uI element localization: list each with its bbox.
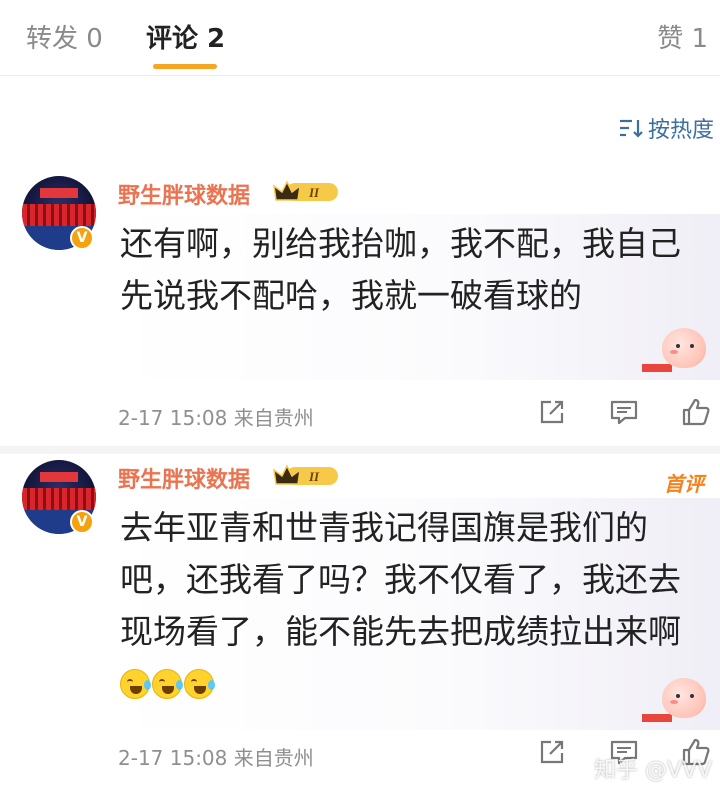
comment-bubble: 去年亚青和世青我记得国旗是我们的吧，还我看了吗？我不仅看了，我还去现场看了，能不… — [108, 498, 720, 730]
comment-item: V 野生胖球数据 II 首评 去年亚青和世青我记得国旗是我们的吧，还我看了吗？我… — [0, 454, 720, 796]
comment-bubble: 还有啊，别给我抬咖，我不配，我自己先说我不配哈，我就一破看球的 — [108, 214, 720, 380]
comment-item: V 野生胖球数据 II 还有啊，别给我抬咖，我不配，我自己先说我不配哈，我就一破… — [0, 170, 720, 446]
tab-repost[interactable]: 转发 0 — [26, 18, 103, 55]
comment-username[interactable]: 野生胖球数据 — [118, 178, 250, 210]
laugh-cry-emoji-icon — [184, 669, 215, 699]
verified-v-badge-icon: V — [70, 510, 94, 534]
comment-text-container: 去年亚青和世青我记得国旗是我们的吧，还我看了吗？我不仅看了，我还去现场看了，能不… — [120, 502, 700, 710]
svg-text:II: II — [308, 185, 320, 200]
laugh-cry-emoji-icon — [152, 669, 183, 699]
laugh-cry-emoji-icon — [120, 669, 151, 699]
comment-meta: 2-17 15:08 来自贵州 — [118, 402, 314, 431]
active-tab-indicator — [153, 64, 217, 69]
tab-comment[interactable]: 评论 2 — [146, 18, 225, 55]
share-icon[interactable] — [536, 396, 568, 428]
comment-text: 还有啊，别给我抬咖，我不配，我自己先说我不配哈，我就一破看球的 — [120, 224, 681, 315]
watermark-text: 知乎 @VVV — [594, 758, 713, 783]
comment-actions — [496, 396, 712, 428]
comment-location: 来自贵州 — [233, 746, 314, 770]
comment-username[interactable]: 野生胖球数据 — [118, 462, 250, 494]
tab-like[interactable]: 赞 1 — [657, 18, 708, 55]
comment-text: 去年亚青和世青我记得国旗是我们的吧，还我看了吗？我不仅看了，我还去现场看了，能不… — [120, 508, 681, 651]
sort-by-hot-button[interactable]: 按热度 — [618, 112, 714, 144]
verified-v-badge-icon: V — [70, 226, 94, 250]
share-icon[interactable] — [536, 736, 568, 768]
peach-sticker-icon — [642, 326, 714, 378]
comment-time: 2-17 15:08 — [118, 746, 228, 770]
like-thumb-icon[interactable] — [680, 396, 712, 428]
first-comment-tag: 首评 — [664, 472, 704, 496]
crown-rank-badge-icon: II — [273, 464, 338, 485]
comment-divider — [0, 446, 720, 454]
crown-rank-badge-icon: II — [273, 180, 338, 201]
comment-time: 2-17 15:08 — [118, 406, 228, 430]
sort-lines-icon — [619, 119, 643, 138]
peach-sticker-icon — [642, 676, 714, 728]
sort-label: 按热度 — [647, 118, 714, 143]
comment-location: 来自贵州 — [233, 406, 314, 430]
reply-comment-icon[interactable] — [608, 396, 640, 428]
comment-meta: 2-17 15:08 来自贵州 — [118, 742, 314, 771]
svg-text:II: II — [308, 469, 320, 484]
emoji-group — [120, 664, 216, 703]
tab-bar: 转发 0 评论 2 赞 1 — [0, 0, 720, 76]
